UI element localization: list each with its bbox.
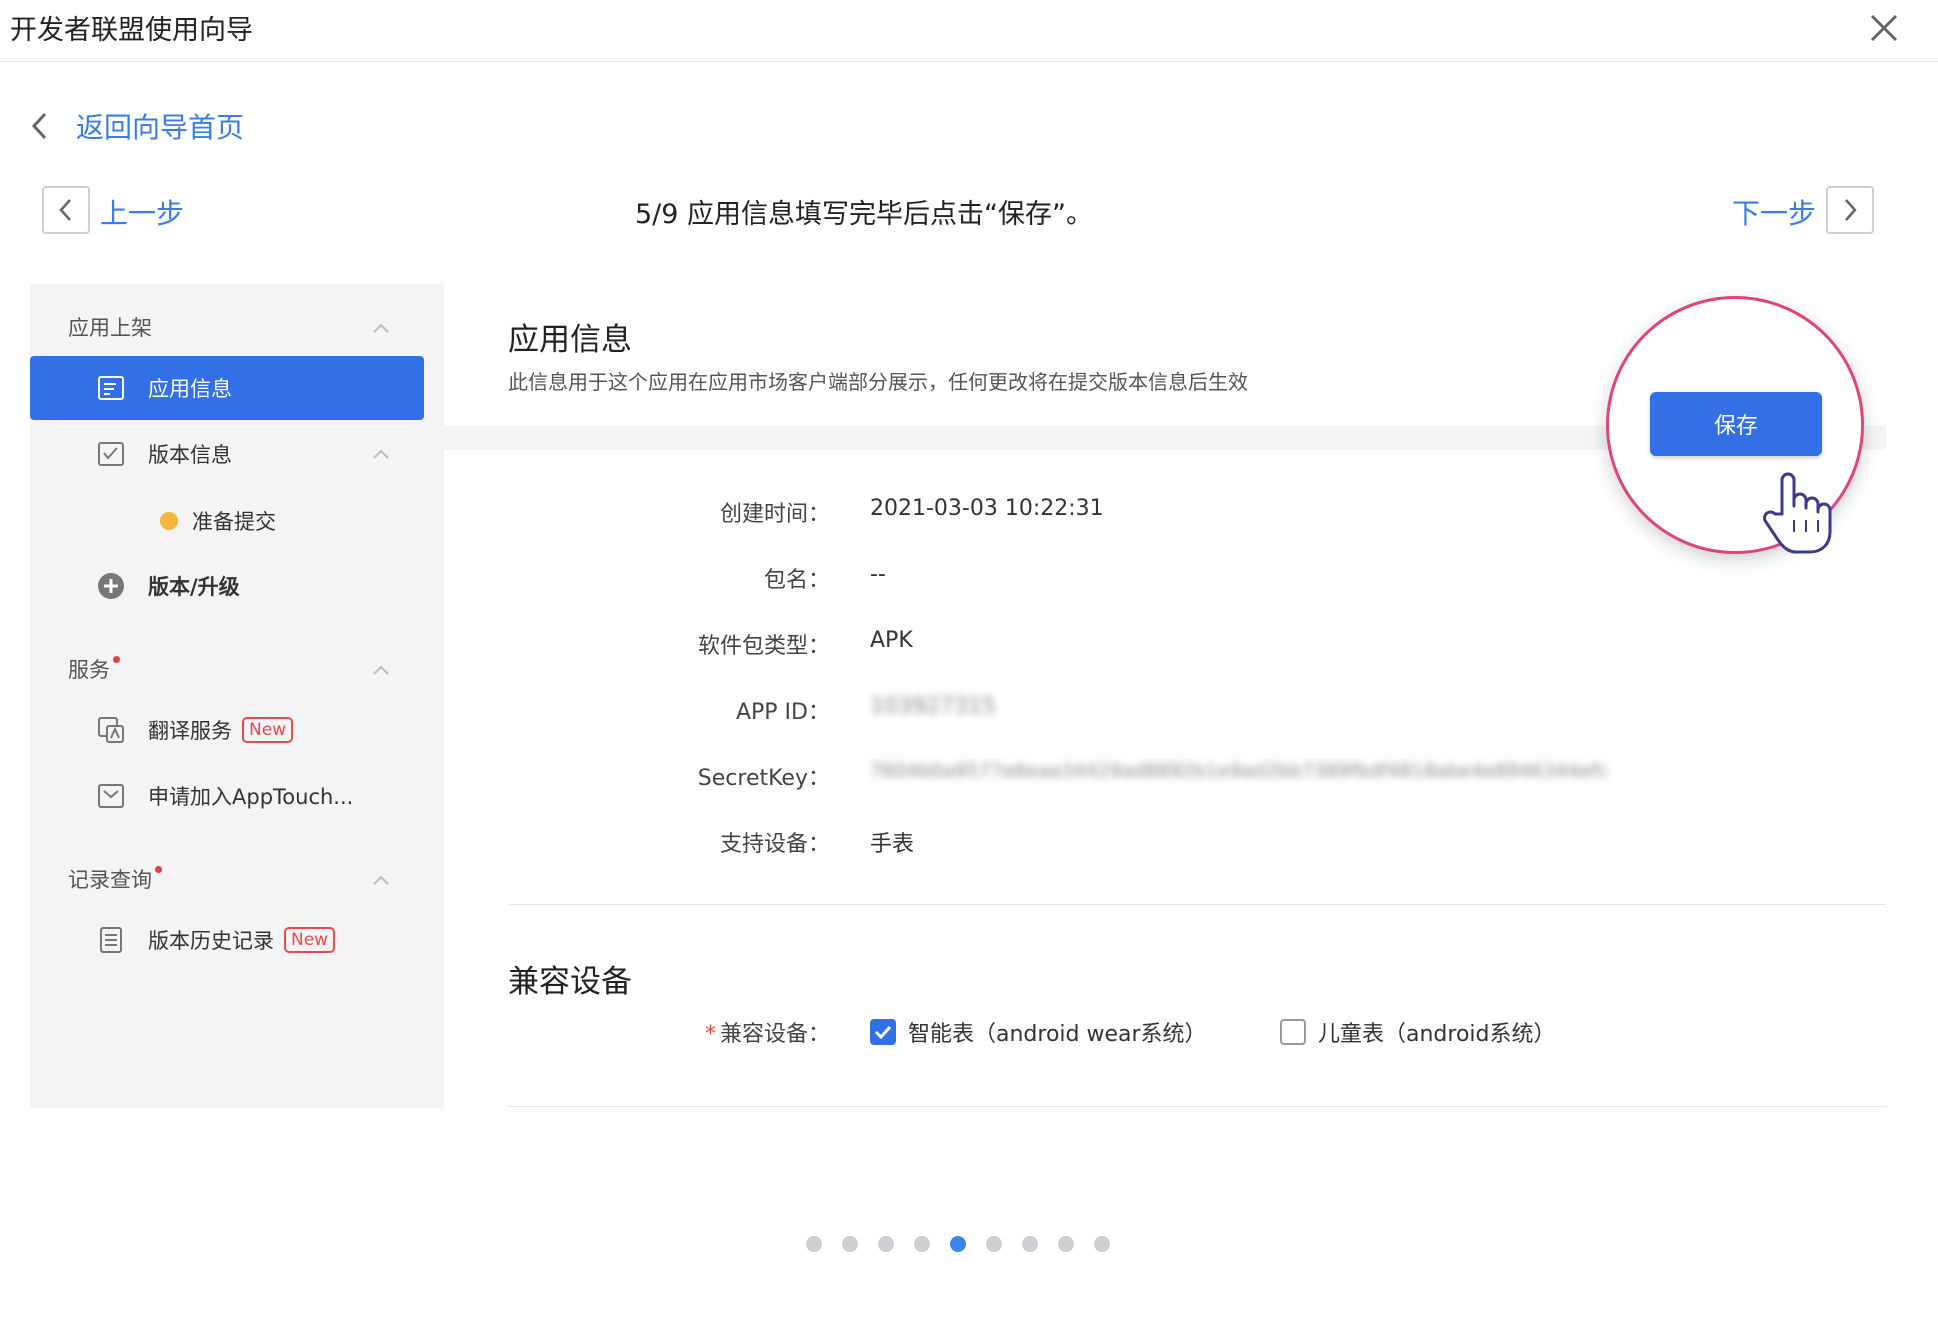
new-badge: New xyxy=(242,717,294,743)
sidebar-sub-pending[interactable]: 准备提交 xyxy=(160,506,276,536)
pending-status-dot xyxy=(160,512,178,530)
sidebar-item-upgrade[interactable]: 版本/升级 xyxy=(30,554,424,618)
sidebar-item-label: 版本/升级 xyxy=(148,575,240,599)
sidebar-item-apptouch[interactable]: 申请加入AppTouch... xyxy=(30,764,424,828)
compat-label-text: 兼容设备： xyxy=(719,1022,830,1047)
sidebar-item-label: 版本信息 xyxy=(148,443,232,467)
pointer-hand-icon xyxy=(1763,472,1832,554)
check-icon xyxy=(874,1025,892,1040)
sidebar-group-records[interactable]: 记录查询 xyxy=(68,864,162,894)
next-step-button[interactable] xyxy=(1826,186,1874,234)
chevron-left-icon xyxy=(59,199,71,221)
package-name-value: -- xyxy=(870,562,886,587)
prev-step-button[interactable] xyxy=(42,186,90,234)
sidebar-sub-label: 准备提交 xyxy=(192,510,276,534)
mail-icon xyxy=(98,784,124,808)
pagination-dot[interactable] xyxy=(914,1236,930,1252)
close-icon[interactable] xyxy=(1866,10,1902,46)
chevron-up-icon[interactable] xyxy=(372,322,390,334)
step-pagination xyxy=(806,1236,1110,1252)
sidebar-item-label: 申请加入AppTouch... xyxy=(148,785,354,809)
app-id-label: APP ID： xyxy=(735,700,830,725)
sidebar: 应用上架 应用信息 版本信息 准备提交 版本/升级 服务 翻译服务 New 申请… xyxy=(30,284,444,1108)
translate-icon xyxy=(98,717,124,743)
kidswatch-option-label[interactable]: 儿童表（android系统） xyxy=(1318,1016,1556,1048)
notification-dot xyxy=(155,866,162,873)
created-time-value: 2021-03-03 10:22:31 xyxy=(870,496,1104,521)
sidebar-item-history[interactable]: 版本历史记录 New xyxy=(30,908,424,972)
pagination-dot[interactable] xyxy=(986,1236,1002,1252)
sidebar-item-version-info[interactable]: 版本信息 xyxy=(30,422,424,486)
required-mark: * xyxy=(704,1022,716,1047)
secret-key-value: 7604b0a9577e6eaa34429ad8892b1e9ad2bb7389… xyxy=(870,760,1609,782)
pagination-dot[interactable] xyxy=(1094,1236,1110,1252)
dialog-header: 开发者联盟使用向导 xyxy=(0,0,1938,62)
app-info-title: 应用信息 xyxy=(508,322,632,358)
supported-device-value: 手表 xyxy=(870,832,915,857)
sidebar-group-publish[interactable]: 应用上架 xyxy=(68,312,152,342)
pagination-dot[interactable] xyxy=(806,1236,822,1252)
pagination-dot[interactable] xyxy=(842,1236,858,1252)
step-instruction: 5/9 应用信息填写完毕后点击“保存”。 xyxy=(635,199,1094,230)
document-icon xyxy=(98,376,124,400)
section-divider xyxy=(508,1106,1886,1107)
dialog-title: 开发者联盟使用向导 xyxy=(10,15,253,46)
sidebar-item-app-info[interactable]: 应用信息 xyxy=(30,356,424,420)
sidebar-group-label: 服务 xyxy=(68,658,110,682)
sidebar-item-label: 版本历史记录 xyxy=(148,929,274,953)
list-doc-icon xyxy=(100,927,122,953)
smartwatch-checkbox[interactable] xyxy=(870,1019,896,1045)
sidebar-item-label: 应用信息 xyxy=(148,377,232,401)
new-badge: New xyxy=(284,927,336,953)
prev-step-label[interactable]: 上一步 xyxy=(100,192,184,232)
version-doc-icon xyxy=(98,442,124,466)
back-link-label: 返回向导首页 xyxy=(76,111,245,144)
chevron-up-icon[interactable] xyxy=(372,874,390,886)
app-id-value: 103927315 xyxy=(870,694,996,719)
section-divider xyxy=(508,904,1886,905)
supported-device-label: 支持设备： xyxy=(719,832,830,857)
pagination-dot[interactable] xyxy=(950,1236,966,1252)
sidebar-item-translate[interactable]: 翻译服务 New xyxy=(30,698,424,762)
smartwatch-option-label[interactable]: 智能表（android wear系统） xyxy=(908,1016,1207,1048)
compat-label: * 兼容设备： xyxy=(705,1016,830,1048)
package-name-label: 包名： xyxy=(763,568,830,593)
back-to-guide-home-link[interactable]: 返回向导首页 xyxy=(28,106,244,146)
pagination-dot[interactable] xyxy=(1022,1236,1038,1252)
app-info-description: 此信息用于这个应用在应用市场客户端部分展示，任何更改将在提交版本信息后生效 xyxy=(508,370,1248,394)
notification-dot xyxy=(113,656,120,663)
sidebar-group-label: 记录查询 xyxy=(68,868,152,892)
sidebar-item-label: 翻译服务 xyxy=(148,719,232,743)
pagination-dot[interactable] xyxy=(878,1236,894,1252)
chevron-up-icon[interactable] xyxy=(372,664,390,676)
pagination-dot[interactable] xyxy=(1058,1236,1074,1252)
chevron-right-icon xyxy=(1845,199,1857,221)
package-type-value: APK xyxy=(870,628,913,653)
package-type-label: 软件包类型： xyxy=(697,634,830,659)
chevron-left-icon xyxy=(31,112,47,140)
kidswatch-checkbox[interactable] xyxy=(1280,1019,1306,1045)
compat-title: 兼容设备 xyxy=(508,964,632,1000)
next-step-label[interactable]: 下一步 xyxy=(1732,192,1816,232)
chevron-up-icon[interactable] xyxy=(372,448,390,460)
sidebar-group-services[interactable]: 服务 xyxy=(68,654,120,684)
created-time-label: 创建时间： xyxy=(719,502,830,527)
secret-key-label: SecretKey： xyxy=(697,766,830,791)
plus-circle-icon xyxy=(98,573,124,599)
save-button[interactable]: 保存 xyxy=(1650,392,1822,456)
